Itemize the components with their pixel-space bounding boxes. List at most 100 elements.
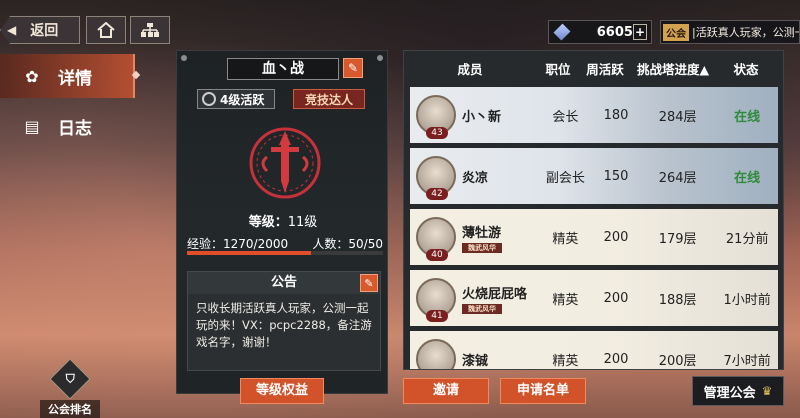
nav-log-label: 日志: [58, 118, 92, 139]
level-value: 11级: [287, 215, 318, 230]
guild-emblem-icon: [249, 127, 321, 199]
chevron-left-icon: ◀: [7, 23, 17, 37]
exp-row: 经验：1270/2000 人数：50/50: [187, 235, 383, 252]
member-row[interactable]: 40 薄牡游 魏武风华 精英 200 179层 21分前: [410, 209, 778, 265]
member-count: 人数：50/50: [312, 237, 383, 251]
member-name-cell: 火烧屁屁咯 魏武风华: [456, 283, 538, 314]
activity-tag-label: 4级活跃: [220, 92, 265, 107]
map-icon: [141, 23, 159, 37]
member-status: 21分前: [725, 231, 769, 247]
guild-level: 等级：11级: [177, 211, 389, 230]
member-name: 薄牡游: [462, 225, 502, 241]
edit-name-button[interactable]: ✎: [343, 58, 363, 78]
member-avatar: 42: [416, 156, 456, 200]
member-avatar: [416, 339, 456, 369]
member-name: 炎凉: [462, 170, 489, 186]
chat-ticker[interactable]: 公会 |活跃真人玩家，公测一: [660, 20, 800, 44]
member-row[interactable]: 43 小丶新 会长 180 284层 在线: [410, 87, 778, 143]
member-weekly-activity: 200: [603, 290, 629, 306]
member-role: 精英: [552, 353, 579, 369]
pencil-icon: ✎: [364, 276, 374, 290]
member-avatar: 40: [416, 217, 456, 261]
header-role: 职位: [545, 61, 571, 77]
member-name: 小丶新: [462, 109, 502, 125]
header-weekly: 周活跃: [586, 61, 624, 77]
member-role: 副会长: [545, 170, 585, 186]
invite-button[interactable]: 邀请: [403, 378, 489, 404]
member-avatar: 41: [416, 278, 456, 322]
add-currency-button[interactable]: +: [632, 24, 647, 40]
member-tower-progress: 200层: [658, 353, 697, 369]
map-button[interactable]: [130, 16, 170, 44]
member-row[interactable]: 42 炎凉 副会长 150 264层 在线: [410, 148, 778, 204]
member-role: 会长: [552, 109, 579, 125]
member-tower-progress: 264层: [658, 170, 697, 186]
member-level: 43: [426, 127, 448, 139]
ticker-tag: 公会: [663, 23, 689, 41]
member-status: 在线: [734, 109, 761, 125]
pin-decoration: [181, 55, 187, 61]
member-level: 42: [426, 188, 448, 200]
nav-detail-label: 详情: [58, 68, 92, 89]
flower-icon: ✿: [25, 66, 39, 86]
member-weekly-activity: 180: [603, 107, 629, 123]
gem-icon: [553, 23, 571, 41]
pin-decoration: [377, 55, 383, 61]
header-status: 状态: [733, 61, 759, 77]
member-name-cell: 炎凉: [456, 167, 538, 186]
manage-guild-button[interactable]: 管理公会 ♛: [692, 376, 784, 406]
manage-guild-label: 管理公会: [703, 385, 756, 401]
nav-item-detail[interactable]: ✿ 详情: [0, 54, 141, 98]
member-weekly-activity: 150: [603, 168, 629, 184]
back-button[interactable]: ◀ 返回: [0, 16, 80, 44]
member-title-tag: 魏武风华: [462, 303, 502, 314]
member-name-cell: 漆铖: [456, 350, 538, 369]
member-name: 火烧屁屁咯: [462, 286, 528, 302]
rank-shield-icon: ⛉: [49, 358, 91, 400]
apply-list-button[interactable]: 申请名单: [500, 378, 586, 404]
member-avatar: 43: [416, 95, 456, 139]
book-icon: ▤: [24, 116, 40, 136]
member-row[interactable]: 41 火烧屁屁咯 魏武风华 精英 200 188层 1小时前: [410, 270, 778, 326]
member-role: 精英: [552, 292, 579, 308]
nav-item-log[interactable]: ▤ 日志: [0, 104, 135, 148]
guild-info-panel: 血丶战 ✎ 4级活跃 竞技达人 等级：11级 经验：1270/2000 人数：5…: [176, 50, 388, 394]
pencil-icon: ✎: [347, 61, 359, 75]
member-weekly-activity: 200: [603, 229, 629, 245]
member-tower-progress: 188层: [658, 292, 697, 308]
notice-title: 公告: [188, 272, 380, 294]
members-table-header: 成员 职位 周活跃 挑战塔进度▲ 状态: [404, 51, 785, 85]
member-tower-progress: 179层: [658, 231, 697, 247]
exp-progress-bar: [187, 251, 383, 255]
currency-value: 6605: [596, 24, 633, 40]
arena-master-tag: 竞技达人: [293, 89, 365, 109]
guild-rank-label: 公会排名: [40, 400, 100, 418]
edit-notice-button[interactable]: ✎: [360, 274, 378, 292]
exp-text: 经验：1270/2000: [187, 237, 289, 251]
member-tower-progress: 284层: [658, 109, 697, 125]
header-member: 成员: [457, 61, 483, 77]
home-icon: [97, 22, 115, 38]
member-level: 41: [426, 310, 448, 322]
level-label: 等级：: [248, 215, 288, 230]
header-tower-sort[interactable]: 挑战塔进度▲: [630, 59, 716, 78]
notice-text: 只收长期活跃真人玩家，公测一起玩的来！VX：pcpc2288，备注游戏名字，谢谢…: [196, 301, 372, 349]
notice-box: 公告 ✎ 只收长期活跃真人玩家，公测一起玩的来！VX：pcpc2288，备注游戏…: [187, 271, 381, 371]
member-weekly-activity: 200: [603, 351, 629, 367]
member-status: 在线: [734, 170, 761, 186]
exp-progress-fill: [187, 251, 312, 255]
activity-level-tag: 4级活跃: [197, 89, 275, 109]
guild-rank-button[interactable]: ⛉ 公会排名: [40, 358, 100, 418]
guild-name: 血丶战: [227, 58, 339, 80]
ticker-text: |活跃真人玩家，公测一: [692, 26, 800, 39]
level-benefits-button[interactable]: 等级权益: [240, 378, 324, 404]
crown-icon: ♛: [761, 384, 773, 398]
members-list[interactable]: 43 小丶新 会长 180 284层 在线 42 炎凉 副会长 150 264层…: [410, 87, 778, 369]
member-level: 40: [426, 249, 448, 261]
member-name: 漆铖: [462, 353, 489, 369]
member-row[interactable]: 漆铖 精英 200 200层 7小时前: [410, 331, 778, 369]
member-role: 精英: [552, 231, 579, 247]
home-button[interactable]: [86, 16, 126, 44]
member-title-tag: 魏武风华: [462, 242, 502, 253]
member-name-cell: 小丶新: [456, 106, 538, 125]
